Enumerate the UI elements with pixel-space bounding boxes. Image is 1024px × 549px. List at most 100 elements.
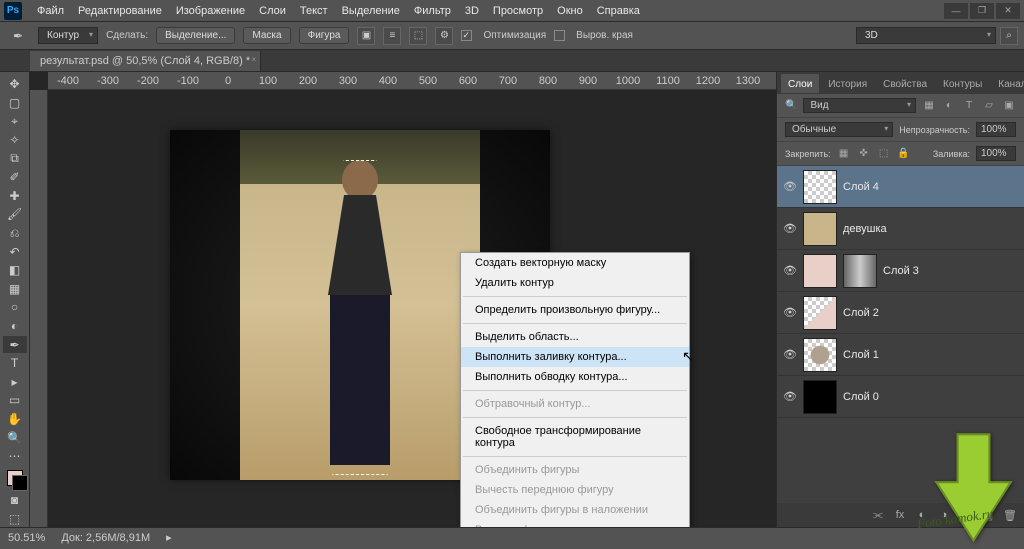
edit-toolbar[interactable]: ⋯ — [3, 448, 27, 465]
panel-tab[interactable]: Свойства — [876, 74, 934, 93]
menu-Окно[interactable]: Окно — [550, 2, 590, 20]
fill-input[interactable]: 100% — [976, 146, 1016, 161]
visibility-icon[interactable]: 👁 — [783, 180, 797, 193]
visibility-icon[interactable]: 👁 — [783, 390, 797, 403]
menu-Файл[interactable]: Файл — [30, 2, 71, 20]
tool-mode-dropdown[interactable]: Контур — [38, 27, 98, 44]
shape-tool[interactable]: ▭ — [3, 392, 27, 409]
visibility-icon[interactable]: 👁 — [783, 348, 797, 361]
lock-position-icon[interactable]: ✜ — [857, 147, 871, 161]
minimize-button[interactable]: — — [944, 3, 968, 19]
hand-tool[interactable]: ✋ — [3, 411, 27, 428]
arrange-icon[interactable]: ⬚ — [409, 27, 427, 45]
zoom-tool[interactable]: 🔍 — [3, 429, 27, 446]
history-brush-tool[interactable]: ↶ — [3, 243, 27, 260]
stamp-tool[interactable]: ⎌ — [3, 225, 27, 242]
ctx-item[interactable]: Выделить область... — [461, 327, 689, 347]
filter-shape-icon[interactable]: ▱ — [982, 99, 996, 113]
crop-tool[interactable]: ⧉ — [3, 150, 27, 167]
layer-row[interactable]: 👁Слой 0 — [777, 376, 1024, 418]
layer-row[interactable]: 👁Слой 1 — [777, 334, 1024, 376]
ctx-item[interactable]: Свободное трансформирование контура — [461, 421, 689, 453]
path-ops-icon[interactable]: ▣ — [357, 27, 375, 45]
workspace-dropdown[interactable]: 3D — [856, 27, 996, 44]
move-tool[interactable]: ✥ — [3, 76, 27, 93]
menu-Слои[interactable]: Слои — [252, 2, 293, 20]
filter-pixel-icon[interactable]: ▦ — [922, 99, 936, 113]
menu-Выделение[interactable]: Выделение — [335, 2, 407, 20]
ctx-item[interactable]: Определить произвольную фигуру... — [461, 300, 689, 320]
quick-mask-tool[interactable]: ◙ — [3, 492, 27, 509]
visibility-icon[interactable]: 👁 — [783, 264, 797, 277]
eraser-tool[interactable]: ◧ — [3, 262, 27, 279]
doc-size[interactable]: Док: 2,56M/8,91M — [61, 532, 150, 544]
layer-thumbnail[interactable] — [803, 170, 837, 204]
layer-row[interactable]: 👁Слой 4 — [777, 166, 1024, 208]
dodge-tool[interactable]: ◐ — [3, 318, 27, 335]
layer-thumbnail[interactable] — [803, 296, 837, 330]
type-tool[interactable]: T — [3, 355, 27, 372]
layer-thumbnail[interactable] — [803, 338, 837, 372]
blend-mode-dropdown[interactable]: Обычные — [785, 122, 893, 137]
filter-type-dropdown[interactable]: Вид — [803, 98, 916, 113]
close-button[interactable]: ✕ — [996, 3, 1020, 19]
mask-thumbnail[interactable] — [843, 254, 877, 288]
link-layers-icon[interactable]: ⫘ — [870, 507, 886, 523]
menu-Просмотр[interactable]: Просмотр — [486, 2, 550, 20]
search-icon[interactable]: ⌕ — [1000, 27, 1018, 45]
ctx-item[interactable]: Удалить контур — [461, 273, 689, 293]
menu-Редактирование[interactable]: Редактирование — [71, 2, 169, 20]
menu-Справка[interactable]: Справка — [590, 2, 647, 20]
ctx-item[interactable]: Создать векторную маску — [461, 253, 689, 273]
menu-3D[interactable]: 3D — [458, 2, 486, 20]
zoom-level[interactable]: 50.51% — [8, 532, 45, 544]
lock-all-icon[interactable]: 🔒 — [897, 147, 911, 161]
panel-tab[interactable]: Слои — [781, 74, 819, 93]
maximize-button[interactable]: ❐ — [970, 3, 994, 19]
pen-tool[interactable]: ✒ — [3, 336, 27, 353]
gear-icon[interactable]: ⚙ — [435, 27, 453, 45]
panel-tab[interactable]: История — [821, 74, 874, 93]
panel-tab[interactable]: Каналы — [991, 74, 1024, 93]
make-selection-button[interactable]: Выделение... — [156, 27, 235, 44]
panel-tab[interactable]: Контуры — [936, 74, 989, 93]
color-swatches[interactable] — [3, 466, 27, 489]
lock-artboard-icon[interactable]: ⬚ — [877, 147, 891, 161]
rubber-band-checkbox[interactable] — [461, 30, 472, 41]
layer-row[interactable]: 👁девушка — [777, 208, 1024, 250]
heal-tool[interactable]: ✚ — [3, 188, 27, 205]
eyedropper-tool[interactable]: ✐ — [3, 169, 27, 186]
wand-tool[interactable]: ✧ — [3, 132, 27, 149]
ctx-item[interactable]: Выполнить обводку контура... — [461, 367, 689, 387]
document-tab[interactable]: результат.psd @ 50,5% (Слой 4, RGB/8) *× — [30, 51, 261, 71]
layer-row[interactable]: 👁Слой 2 — [777, 292, 1024, 334]
pen-tool-icon[interactable]: ✒ — [6, 26, 30, 46]
lasso-tool[interactable]: ⌖ — [3, 113, 27, 130]
opacity-input[interactable]: 100% — [976, 122, 1016, 137]
align-icon[interactable]: ≡ — [383, 27, 401, 45]
gradient-tool[interactable]: ▦ — [3, 281, 27, 298]
filter-smart-icon[interactable]: ▣ — [1002, 99, 1016, 113]
align-edges-checkbox[interactable] — [554, 30, 565, 41]
lock-pixels-icon[interactable]: ▦ — [837, 147, 851, 161]
filter-type-icon[interactable]: T — [962, 99, 976, 113]
close-icon[interactable]: × — [251, 55, 256, 64]
blur-tool[interactable]: ○ — [3, 299, 27, 316]
layer-thumbnail[interactable] — [803, 254, 837, 288]
fx-icon[interactable]: fx — [892, 507, 908, 523]
visibility-icon[interactable]: 👁 — [783, 222, 797, 235]
make-mask-button[interactable]: Маска — [243, 27, 290, 44]
layer-thumbnail[interactable] — [803, 380, 837, 414]
layer-row[interactable]: 👁Слой 3 — [777, 250, 1024, 292]
menu-Фильтр[interactable]: Фильтр — [407, 2, 458, 20]
path-select-tool[interactable]: ▸ — [3, 374, 27, 391]
menu-Текст[interactable]: Текст — [293, 2, 335, 20]
canvas-area[interactable]: -400-300-200-100010020030040050060070080… — [30, 72, 776, 527]
ctx-item[interactable]: Выполнить заливку контура... — [461, 347, 689, 367]
marquee-tool[interactable]: ▢ — [3, 95, 27, 112]
menu-Изображение[interactable]: Изображение — [169, 2, 252, 20]
brush-tool[interactable]: 🖌 — [3, 206, 27, 223]
make-shape-button[interactable]: Фигура — [299, 27, 350, 44]
layer-thumbnail[interactable] — [803, 212, 837, 246]
filter-adjust-icon[interactable]: ◐ — [942, 99, 956, 113]
